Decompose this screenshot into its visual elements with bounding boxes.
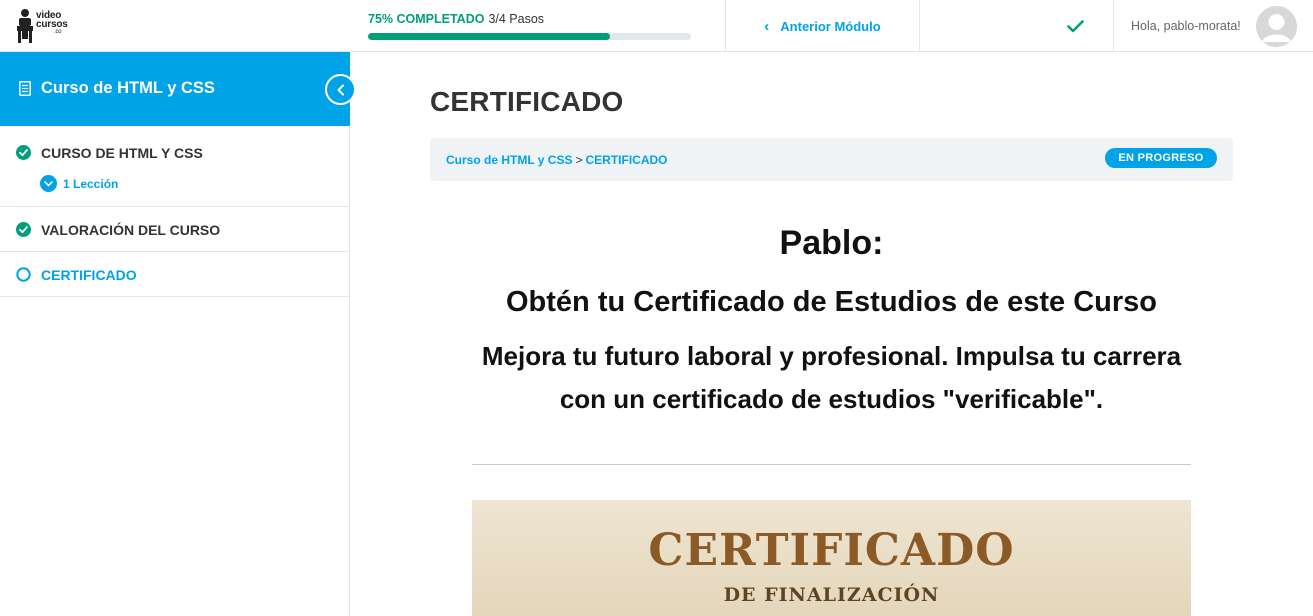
certificate-title: CERTIFICADO [648,525,1015,576]
progress-percent: 75% COMPLETADO [368,12,485,26]
divider [1113,0,1114,52]
user-greeting[interactable]: Hola, pablo-morata! [1131,19,1241,33]
certificate-preview-image: CERTIFICADO DE FINALIZACIÓN [472,500,1191,616]
sidebar-header: Curso de HTML y CSS [0,52,356,126]
breadcrumb-course-link[interactable]: Curso de HTML y CSS [446,153,572,167]
certificate-pitch: Pablo: Obtén tu Certificado de Estudios … [472,222,1191,421]
course-sidebar: Curso de HTML y CSS CURSO DE HTML Y CSS … [0,52,356,616]
breadcrumb-bar: Curso de HTML y CSS > CERTIFICADO EN PROGR… [430,138,1233,181]
document-icon [19,81,31,96]
lesson-count-label: 1 Lección [63,176,119,191]
course-progress: 75% COMPLETADO 3/4 Pasos [368,12,691,40]
previous-module-label: Anterior Módulo [780,18,881,34]
user-avatar-icon [1256,6,1297,47]
certificate-subtitle: DE FINALIZACIÓN [723,584,940,606]
top-bar: video cursos .co 75% COMPLETADO 3/4 Pasos… [0,0,1313,52]
sidebar-item-label: VALORACIÓN DEL CURSO [41,222,221,238]
in-progress-circle-icon [16,267,31,282]
sidebar-course-title[interactable]: Curso de HTML y CSS [41,79,215,98]
completed-check-icon [16,145,31,160]
sidebar-item-label: CERTIFICADO [41,267,137,283]
previous-module-button[interactable]: ‹ Anterior Módulo [726,0,919,52]
sidebar-item-valoracion[interactable]: VALORACIÓN DEL CURSO [0,207,350,252]
check-icon [1066,19,1084,32]
breadcrumb-separator: > [575,153,583,167]
chevron-down-icon [40,175,57,192]
lesson-count-toggle[interactable]: 1 Lección [40,175,118,192]
mark-complete-button[interactable] [1040,13,1110,39]
chevron-left-icon [337,84,344,95]
videocursos-logo[interactable]: video cursos .co [14,8,74,46]
progress-bar [368,33,691,40]
breadcrumb-current-link[interactable]: CERTIFICADO [585,153,667,167]
main-content: CERTIFICADO Curso de HTML y CSS > CERTIFIC… [351,52,1313,616]
chevron-left-icon: ‹ [764,17,770,35]
progress-steps: 3/4 Pasos [488,12,545,26]
logo-wordmark: video cursos .co [36,10,68,36]
divider [919,0,920,52]
status-badge: EN PROGRESO [1105,148,1217,168]
page-title: CERTIFICADO [430,86,624,117]
content-divider [472,464,1191,465]
completed-check-icon [16,222,31,237]
breadcrumb: Curso de HTML y CSS > CERTIFICADO [446,153,667,167]
sidebar-item-curso-html-css[interactable]: CURSO DE HTML Y CSS 1 Lección [0,126,350,207]
progress-bar-fill [368,33,611,40]
offer-heading: Obtén tu Certificado de Estudios de este… [506,286,1157,318]
sidebar-item-label: CURSO DE HTML Y CSS [41,145,203,161]
logo-figure-icon [17,9,33,43]
offer-description: Mejora tu futuro laboral y profesional. … [481,341,1182,414]
greeting-heading: Pablo: [779,224,884,262]
sidebar-item-certificado[interactable]: CERTIFICADO [0,252,350,297]
avatar[interactable] [1256,6,1297,47]
